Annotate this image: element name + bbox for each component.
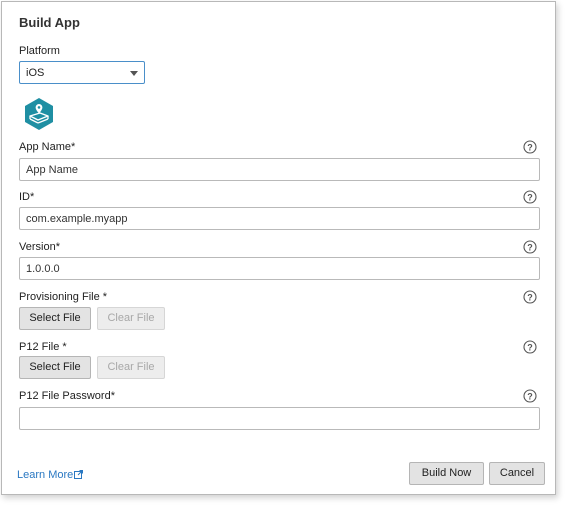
provisioning-clear-file-button[interactable]: Clear File <box>97 307 165 330</box>
version-input[interactable] <box>19 257 540 280</box>
svg-text:?: ? <box>527 143 533 153</box>
provisioning-select-file-button[interactable]: Select File <box>19 307 91 330</box>
platform-select[interactable]: iOS <box>19 61 145 84</box>
svg-text:?: ? <box>527 293 533 303</box>
svg-text:?: ? <box>527 343 533 353</box>
p12-clear-file-button[interactable]: Clear File <box>97 356 165 379</box>
version-label: Version* <box>19 241 60 253</box>
external-link-icon <box>74 470 84 479</box>
chevron-down-icon <box>130 71 138 76</box>
svg-text:?: ? <box>527 392 533 402</box>
dialog-title: Build App <box>19 15 80 30</box>
map-app-icon <box>22 97 56 131</box>
question-circle-icon[interactable]: ? <box>523 190 537 204</box>
p12-password-input[interactable] <box>19 407 540 430</box>
learn-more-link[interactable]: Learn More <box>17 469 84 481</box>
question-circle-icon[interactable]: ? <box>523 290 537 304</box>
p12-password-label: P12 File Password* <box>19 390 115 402</box>
learn-more-label: Learn More <box>17 469 74 481</box>
app-name-input[interactable] <box>19 158 540 181</box>
id-input[interactable] <box>19 207 540 230</box>
cancel-button[interactable]: Cancel <box>489 462 545 485</box>
svg-text:?: ? <box>527 243 533 253</box>
build-now-button[interactable]: Build Now <box>409 462 484 485</box>
p12-file-label: P12 File * <box>19 341 67 353</box>
platform-label: Platform <box>19 45 60 57</box>
question-circle-icon[interactable]: ? <box>523 240 537 254</box>
p12-select-file-button[interactable]: Select File <box>19 356 91 379</box>
app-name-label: App Name* <box>19 141 76 153</box>
question-circle-icon[interactable]: ? <box>523 140 537 154</box>
question-circle-icon[interactable]: ? <box>523 389 537 403</box>
build-app-dialog: Build App Platform iOS App Name* ? ID* ?… <box>1 1 556 495</box>
svg-text:?: ? <box>527 193 533 203</box>
question-circle-icon[interactable]: ? <box>523 340 537 354</box>
provisioning-file-label: Provisioning File * <box>19 291 108 303</box>
platform-selected-value: iOS <box>26 67 45 79</box>
id-label: ID* <box>19 191 35 203</box>
